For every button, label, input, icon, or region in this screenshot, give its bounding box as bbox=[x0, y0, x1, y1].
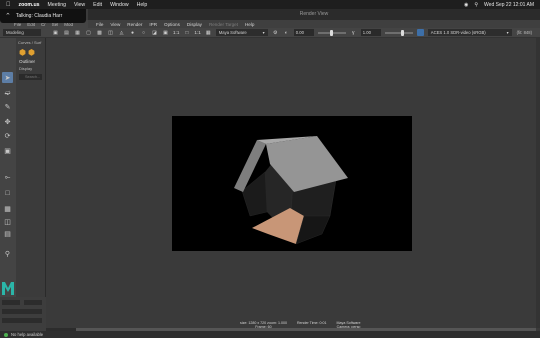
rv-menu-render-target[interactable]: Render Target bbox=[209, 22, 238, 27]
menu-window[interactable]: Window bbox=[110, 2, 128, 8]
apple-icon[interactable]:  bbox=[6, 2, 11, 8]
lock-icon[interactable]: ▣ bbox=[162, 29, 169, 36]
rotate-tool-icon[interactable]: ⟳ bbox=[2, 130, 13, 141]
ipr-render-icon[interactable]: ▤ bbox=[63, 29, 70, 36]
ratio-label[interactable]: 1:1 bbox=[194, 30, 200, 35]
remove-image-icon[interactable]: ◬ bbox=[118, 29, 125, 36]
rv-menu-options[interactable]: Options bbox=[164, 22, 180, 27]
gamma-slider[interactable] bbox=[384, 29, 413, 36]
layout-outliner-icon[interactable]: ▤ bbox=[2, 228, 13, 239]
mode-dropdown[interactable]: Modeling bbox=[3, 29, 41, 36]
outliner-display-menu[interactable]: Display bbox=[16, 65, 45, 72]
select-tool-icon[interactable]: ➤ bbox=[2, 72, 13, 83]
snap-icon[interactable]: ⟜ bbox=[2, 172, 13, 183]
app-menu[interactable]: zoom.us bbox=[19, 2, 40, 8]
film-icon[interactable]: ▦ bbox=[205, 29, 212, 36]
outliner-panel: Curves / Surf ⬢ ⬢ Outliner Display Searc… bbox=[16, 38, 46, 338]
gamma-slider-knob[interactable] bbox=[400, 29, 404, 36]
display-icon[interactable]: ◪ bbox=[151, 29, 158, 36]
render-time: Render Time: 0:01 bbox=[296, 321, 327, 325]
gamma-icon[interactable]: γ bbox=[350, 29, 357, 36]
mode-row: Modeling bbox=[0, 28, 46, 38]
exposure-slider-knob[interactable] bbox=[329, 29, 333, 36]
render-view-toolbar: ▣ ▤ ▦ ▢ ▩ ◫ ◬ ● ○ ◪ ▣ 1:1 □ 1:1 ▦ Maya S… bbox=[46, 28, 540, 38]
paint-select-icon[interactable]: ✎ bbox=[2, 101, 13, 112]
system-menubar:  zoom.us Meeting View Edit Window Help … bbox=[0, 0, 540, 9]
gear-icon[interactable]: ⚙ bbox=[272, 29, 279, 36]
search-placeholder: Search... bbox=[25, 75, 41, 79]
fit-info: (fit: 848) bbox=[516, 30, 532, 35]
view-transform-label: ACES 1.0 SDR-video (sRGB) bbox=[430, 30, 486, 35]
renderer-label: Maya Software bbox=[218, 30, 247, 35]
menu-view[interactable]: View bbox=[74, 2, 85, 8]
status-ok-icon bbox=[4, 332, 8, 337]
render-area: size: 1280 x 720 zoom: 1.000 Frame: 60 R… bbox=[46, 38, 536, 329]
rendered-image bbox=[172, 116, 412, 251]
exposure-value: 0.00 bbox=[295, 30, 304, 35]
chevron-up-icon[interactable]: ⌃ bbox=[5, 12, 11, 20]
range-slider[interactable] bbox=[2, 309, 42, 314]
vertical-scrollbar[interactable] bbox=[536, 38, 540, 328]
search-input[interactable]: Search... bbox=[19, 74, 42, 80]
sphere-icon[interactable]: ⬢ bbox=[28, 48, 35, 57]
chevron-down-icon: ▾ bbox=[262, 30, 265, 35]
cube-icon[interactable]: ⬢ bbox=[19, 48, 26, 57]
renderer-dropdown[interactable]: Maya Software ▾ bbox=[215, 29, 268, 36]
rv-menu-view[interactable]: View bbox=[110, 22, 120, 27]
layout-four-icon[interactable]: ▦ bbox=[2, 203, 13, 214]
mode-label: Modeling bbox=[6, 30, 24, 35]
chevron-down-icon: ▾ bbox=[506, 30, 509, 35]
rv-menu-help[interactable]: Help bbox=[245, 22, 254, 27]
exposure-field[interactable]: 0.00 bbox=[293, 29, 314, 36]
channel-boxes bbox=[0, 297, 46, 331]
outliner-title: Outliner bbox=[19, 59, 36, 64]
render-view-titlebar: Render View bbox=[88, 9, 540, 20]
clock[interactable]: Wed Sep 22 12:01 AM bbox=[484, 2, 534, 8]
command-line[interactable] bbox=[2, 318, 42, 323]
time-field-end[interactable] bbox=[24, 300, 42, 305]
scale-tool-icon[interactable]: ▣ bbox=[2, 145, 13, 156]
rv-menu-file[interactable]: File bbox=[96, 22, 103, 27]
rv-menu-display[interactable]: Display bbox=[187, 22, 202, 27]
layout-single-icon[interactable]: □ bbox=[2, 188, 13, 199]
move-tool-icon[interactable]: ✥ bbox=[2, 116, 13, 127]
time-field-start[interactable] bbox=[2, 300, 20, 305]
menu-help[interactable]: Help bbox=[137, 2, 148, 8]
window-title: Render View bbox=[299, 11, 329, 17]
menu-meeting[interactable]: Meeting bbox=[48, 2, 66, 8]
image-icon[interactable]: ▩ bbox=[96, 29, 103, 36]
rv-menu-ipr[interactable]: IPR bbox=[149, 22, 157, 27]
shelf-tab[interactable]: Curves / Surf bbox=[16, 38, 45, 47]
layout-two-icon[interactable]: ◫ bbox=[2, 216, 13, 227]
rv-menu-render[interactable]: Render bbox=[127, 22, 142, 27]
magnifier-icon[interactable]: ⚲ bbox=[2, 248, 13, 259]
talking-label: Talking: Claudia Harr bbox=[15, 13, 63, 19]
render-view-menu: File View Render IPR Options Display Ren… bbox=[88, 20, 540, 28]
ratio-left[interactable]: 1:1 bbox=[173, 30, 179, 35]
alpha-icon[interactable]: ○ bbox=[140, 29, 147, 36]
menu-edit[interactable]: Edit bbox=[93, 2, 102, 8]
redo-render-icon[interactable]: ▣ bbox=[52, 29, 59, 36]
color-management-toggle[interactable] bbox=[416, 29, 424, 36]
house-render bbox=[172, 116, 412, 251]
render-region-icon[interactable]: ▢ bbox=[85, 29, 92, 36]
zoom-talking-indicator: ⌃ Talking: Claudia Harr bbox=[0, 9, 86, 23]
gamma-value: 1.00 bbox=[362, 30, 371, 35]
status-area: ◉ ⚲ Wed Sep 22 12:01 AM bbox=[464, 2, 534, 8]
lasso-tool-icon[interactable]: ➫ bbox=[2, 87, 13, 98]
keep-image-icon[interactable]: ◫ bbox=[107, 29, 114, 36]
search-icon[interactable]: ⚲ bbox=[474, 2, 478, 8]
maya-logo-icon bbox=[2, 282, 14, 295]
fit-icon[interactable]: □ bbox=[183, 29, 190, 36]
gamma-field[interactable]: 1.00 bbox=[360, 29, 381, 36]
shelf-icons: ⬢ ⬢ bbox=[16, 47, 45, 58]
snapshot-icon[interactable]: ▦ bbox=[74, 29, 81, 36]
exposure-slider[interactable] bbox=[317, 29, 346, 36]
help-line: No help available bbox=[0, 331, 540, 338]
view-transform-dropdown[interactable]: ACES 1.0 SDR-video (sRGB) ▾ bbox=[427, 29, 512, 36]
rgb-icon[interactable]: ● bbox=[129, 29, 136, 36]
wifi-icon[interactable]: ◉ bbox=[464, 2, 468, 8]
exposure-icon[interactable]: ◐ bbox=[283, 29, 290, 36]
help-text: No help available bbox=[11, 332, 44, 337]
